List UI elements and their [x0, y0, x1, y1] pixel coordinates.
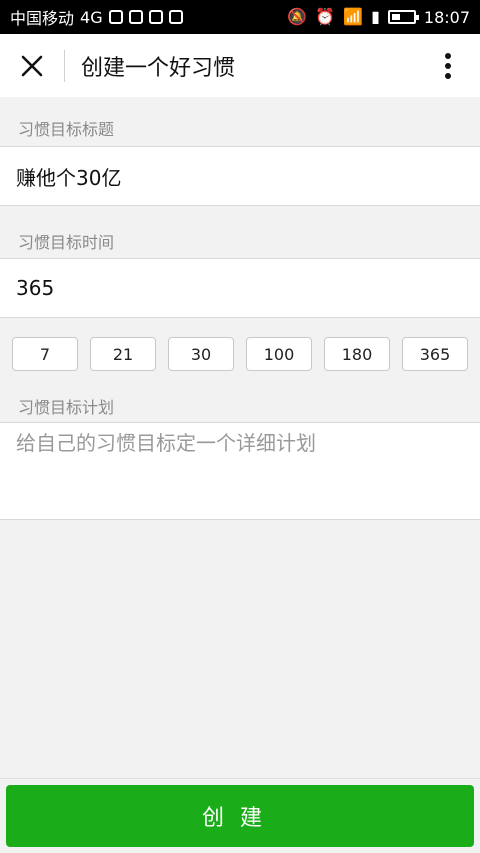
status-right: 🔕 ⏰ 📶 ▮ 18:07 [287, 8, 470, 27]
app-header: 创建一个好习惯 [0, 34, 480, 98]
duration-option-365[interactable]: 365 [402, 337, 468, 371]
wifi-icon: 📶 [343, 7, 364, 26]
network-type: 4G [80, 7, 103, 27]
title-label: 习惯目标标题 [18, 120, 115, 139]
duration-option-180[interactable]: 180 [324, 337, 390, 371]
status-left: 中国移动 4G [10, 5, 183, 29]
mute-icon: 🔕 [287, 7, 308, 26]
clock: 18:07 [423, 7, 470, 27]
duration-input[interactable] [0, 259, 480, 317]
plan-field [0, 422, 480, 520]
duration-label: 习惯目标时间 [18, 233, 115, 252]
status-bar: 中国移动 4G 🔕 ⏰ 📶 ▮ 18:07 [0, 0, 480, 34]
battery-icon [387, 10, 419, 24]
title-input[interactable] [0, 147, 480, 205]
plan-textarea[interactable] [0, 423, 480, 519]
duration-option-21[interactable]: 21 [90, 337, 156, 371]
close-icon [21, 55, 43, 76]
page-title: 创建一个好习惯 [81, 55, 236, 81]
plan-label: 习惯目标计划 [18, 398, 115, 417]
create-button[interactable]: 创建 [6, 785, 474, 847]
app-notification-icon [128, 10, 143, 24]
duration-option-7[interactable]: 7 [12, 337, 78, 371]
close-button[interactable] [0, 34, 64, 98]
title-field [0, 146, 480, 206]
duration-field [0, 258, 480, 318]
header-divider [64, 49, 65, 82]
signal-icon: ▮ [371, 7, 380, 26]
duration-options: 7 21 30 100 180 365 [12, 337, 468, 371]
more-vertical-icon [445, 52, 451, 79]
duration-option-100[interactable]: 100 [246, 337, 312, 371]
carrier-name: 中国移动 [10, 9, 75, 28]
app-notification-icon-2 [148, 10, 163, 24]
more-options-button[interactable] [416, 34, 480, 98]
app-notification-icon-3 [168, 10, 183, 24]
image-icon [108, 10, 123, 24]
duration-option-30[interactable]: 30 [168, 337, 234, 371]
alarm-icon: ⏰ [315, 7, 336, 26]
